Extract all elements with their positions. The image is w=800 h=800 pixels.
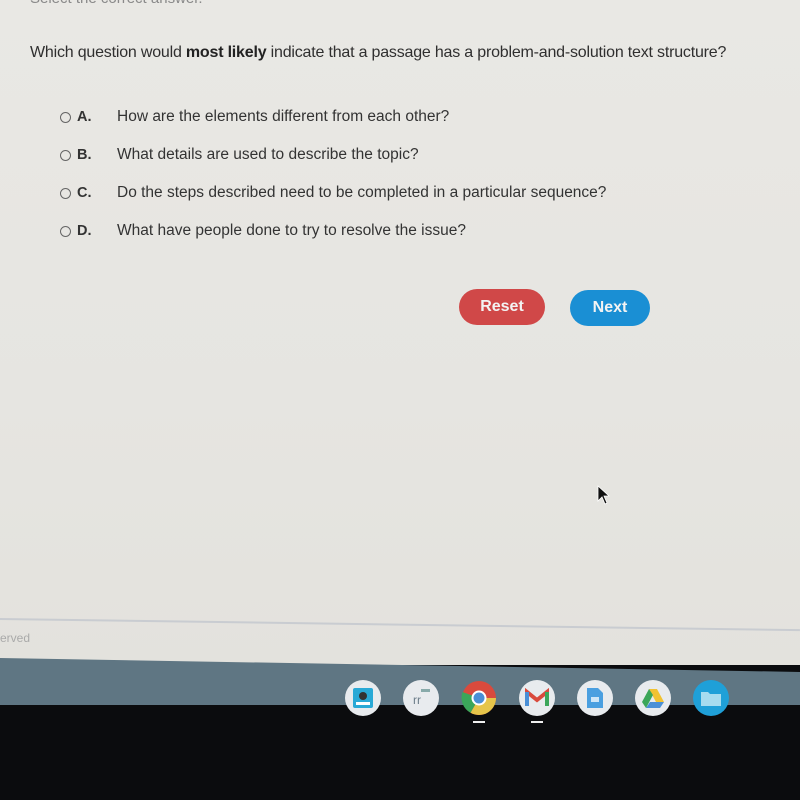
- shelf-apps: rr: [345, 680, 729, 723]
- question-prefix: Which question would: [30, 44, 186, 61]
- radio-button[interactable]: [60, 225, 71, 237]
- option-a[interactable]: A. How are the elements different from e…: [60, 98, 606, 136]
- question-emphasis: most likely: [185, 44, 267, 61]
- option-letter: B.: [77, 147, 92, 163]
- option-text: What details are used to describe the to…: [117, 146, 419, 163]
- mouse-cursor-icon: [597, 485, 611, 505]
- instruction-text: Select the correct answer.: [30, 0, 203, 7]
- question-suffix: indicate that a passage has a problem-an…: [266, 44, 727, 61]
- svg-text:rr: rr: [413, 693, 421, 707]
- option-letter: A.: [77, 109, 92, 125]
- files-icon[interactable]: [693, 680, 729, 716]
- option-d[interactable]: D. What have people done to try to resol…: [60, 212, 606, 250]
- option-text: What have people done to try to resolve …: [117, 222, 466, 239]
- gmail-icon[interactable]: [519, 680, 555, 723]
- rr-app-icon[interactable]: rr: [403, 680, 439, 716]
- drive-icon[interactable]: [635, 680, 671, 716]
- radio-button[interactable]: [60, 111, 71, 123]
- docs-icon[interactable]: [577, 680, 613, 716]
- chrome-icon[interactable]: [461, 680, 497, 723]
- question-text: Which question would most likely indicat…: [30, 44, 726, 62]
- answer-options: A. How are the elements different from e…: [60, 98, 606, 250]
- option-text: Do the steps described need to be comple…: [117, 184, 607, 201]
- reset-button[interactable]: Reset: [459, 289, 545, 325]
- option-text: How are the elements different from each…: [117, 108, 450, 125]
- footer-divider: [0, 618, 800, 632]
- option-c[interactable]: C. Do the steps described need to be com…: [60, 174, 606, 212]
- browser-content: Select the correct answer. Which questio…: [0, 0, 800, 665]
- next-button[interactable]: Next: [570, 290, 650, 326]
- radio-button[interactable]: [60, 187, 71, 199]
- app-launcher-icon[interactable]: [345, 680, 381, 716]
- running-indicator: [531, 721, 543, 723]
- footer-text: erved: [0, 631, 31, 645]
- running-indicator: [473, 721, 485, 723]
- option-letter: C.: [77, 185, 92, 201]
- radio-button[interactable]: [60, 149, 71, 161]
- screen-bezel: [0, 705, 800, 800]
- option-b[interactable]: B. What details are used to describe the…: [60, 136, 606, 174]
- option-letter: D.: [77, 223, 92, 239]
